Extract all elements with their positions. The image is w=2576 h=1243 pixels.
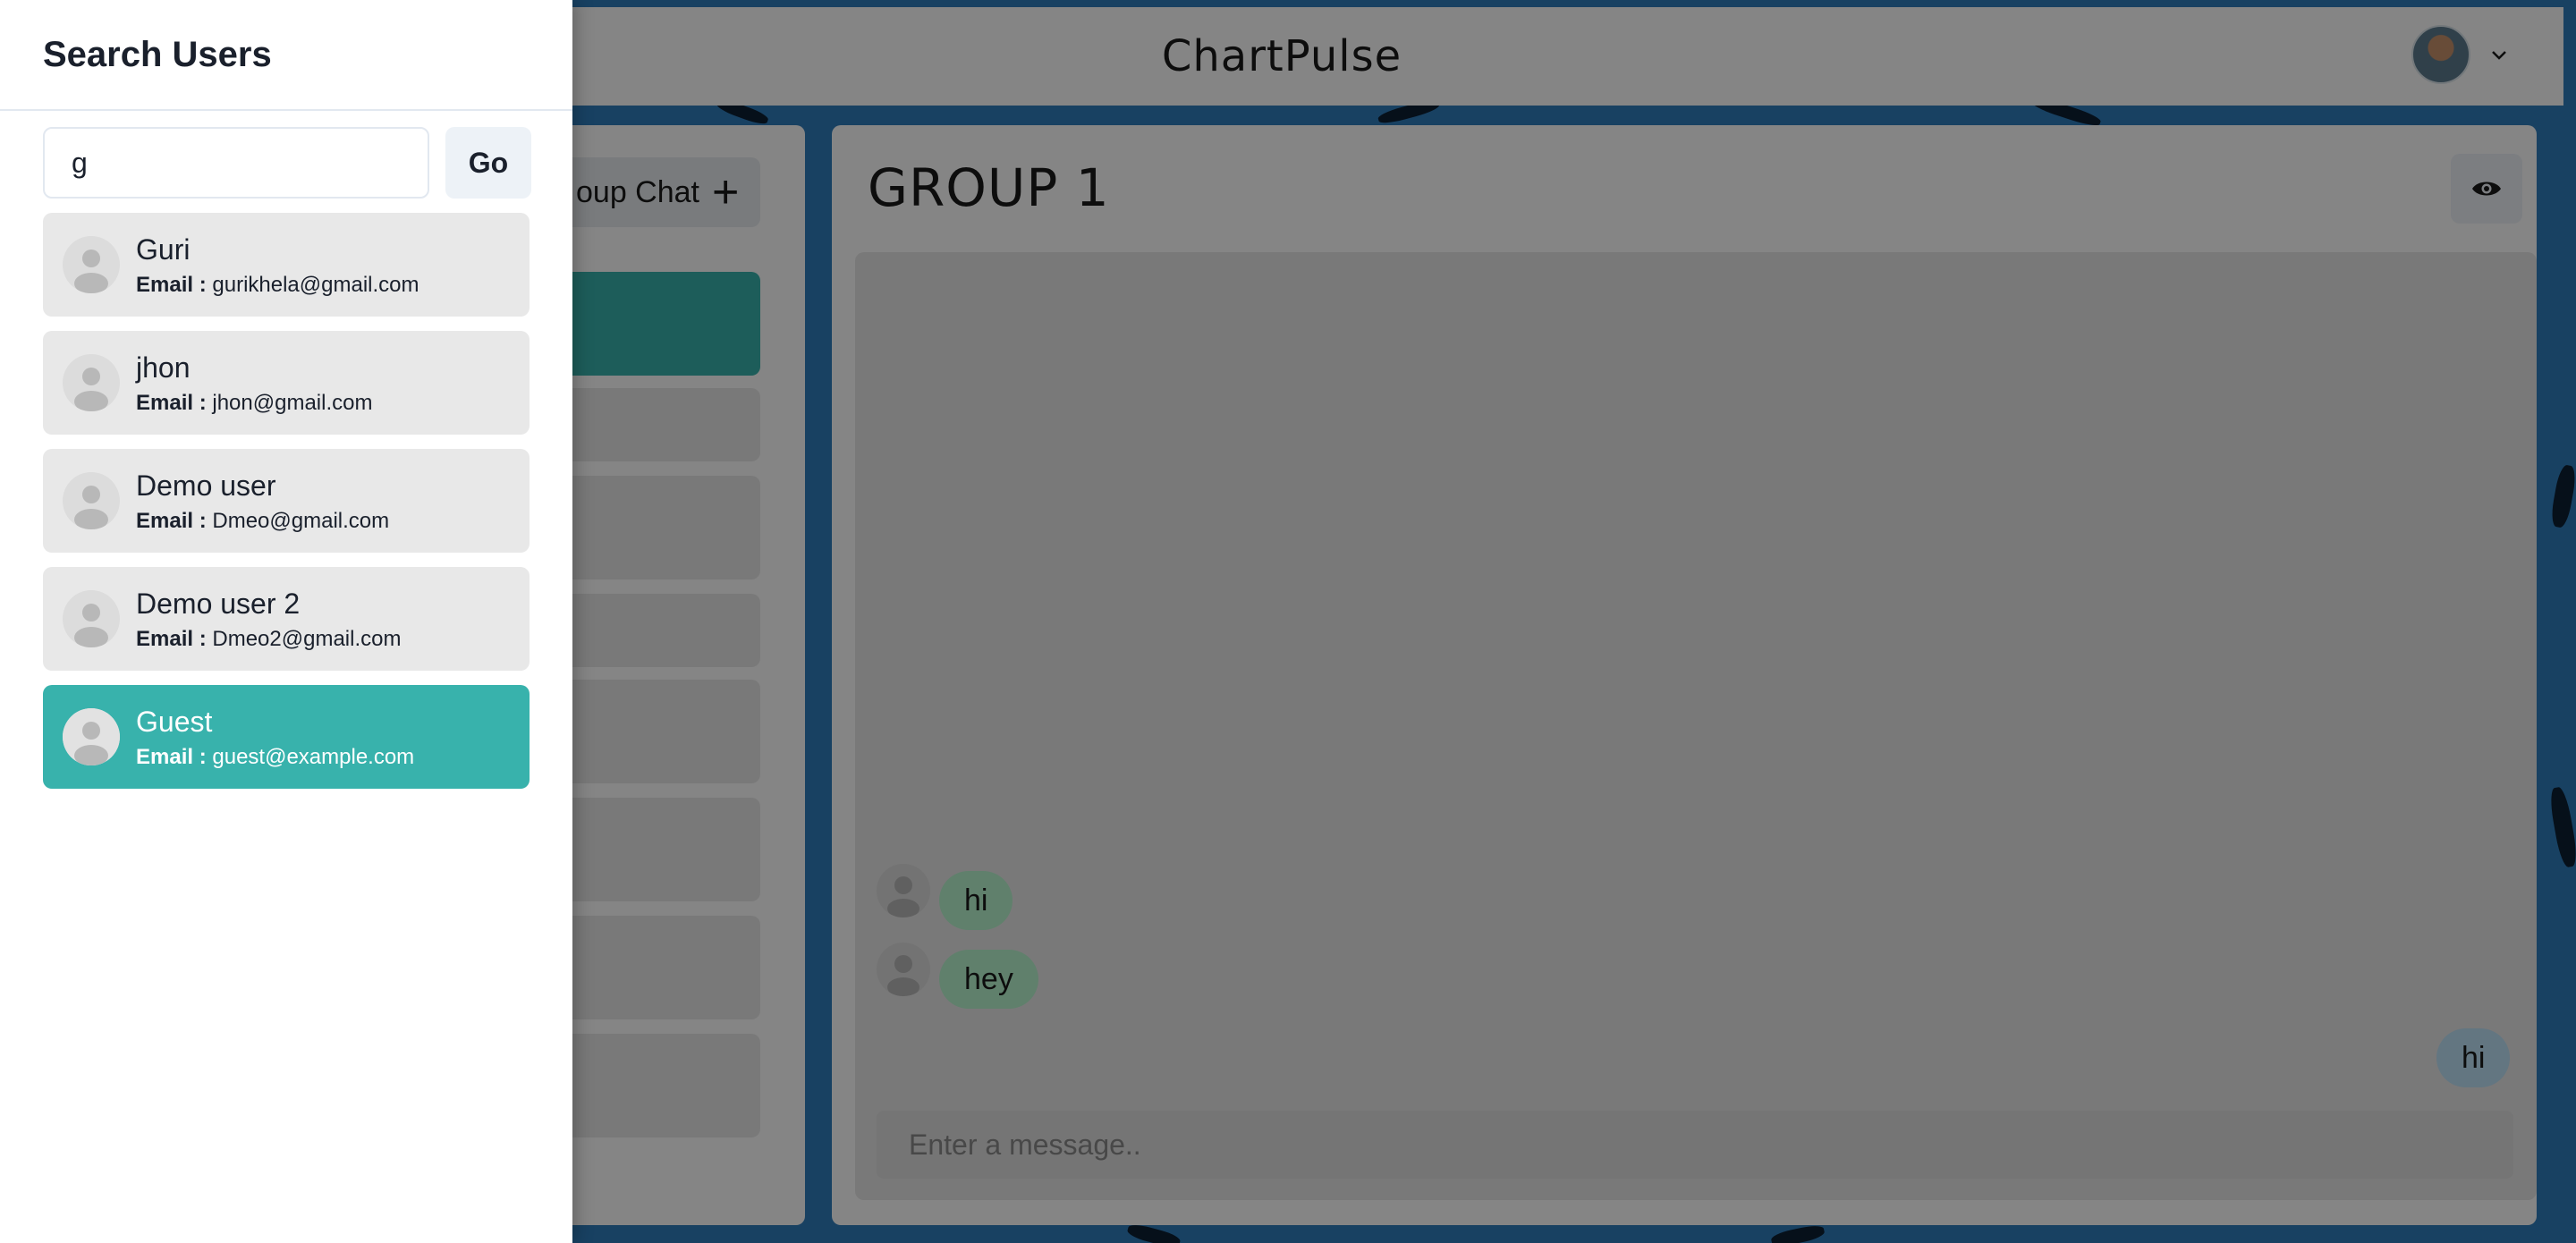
user-avatar <box>63 590 120 647</box>
user-email: Dmeo@gmail.com <box>212 509 390 533</box>
user-email-line: Email : guest@example.com <box>136 745 414 770</box>
email-label: Email : <box>136 745 207 769</box>
user-avatar <box>63 354 120 411</box>
user-result-item[interactable]: Guri Email : gurikhela@gmail.com <box>43 213 530 317</box>
user-email: guest@example.com <box>212 745 415 769</box>
user-result-item[interactable]: Demo user 2 Email : Dmeo2@gmail.com <box>43 567 530 671</box>
user-email: jhon@gmail.com <box>212 391 373 415</box>
search-input[interactable] <box>43 127 429 199</box>
email-label: Email : <box>136 391 207 415</box>
user-email-line: Email : gurikhela@gmail.com <box>136 273 419 298</box>
user-avatar <box>63 708 120 765</box>
user-email-line: Email : Dmeo@gmail.com <box>136 509 389 534</box>
user-name: Demo user 2 <box>136 588 301 620</box>
user-avatar <box>63 472 120 529</box>
user-name: Guri <box>136 233 191 266</box>
user-name: Demo user <box>136 469 276 502</box>
email-label: Email : <box>136 627 207 651</box>
user-avatar <box>63 236 120 293</box>
user-icon <box>74 486 108 529</box>
user-results-list: Guri Email : gurikhela@gmail.com jhon Em… <box>43 213 530 803</box>
user-email: Dmeo2@gmail.com <box>212 627 402 651</box>
user-email-line: Email : jhon@gmail.com <box>136 391 372 416</box>
user-icon <box>74 249 108 293</box>
search-row: Go <box>43 127 531 199</box>
email-label: Email : <box>136 509 207 533</box>
user-name: jhon <box>136 351 191 384</box>
user-result-item[interactable]: Demo user Email : Dmeo@gmail.com <box>43 449 530 553</box>
drawer-title: Search Users <box>0 0 572 111</box>
user-icon <box>74 368 108 411</box>
user-icon <box>63 708 120 765</box>
user-email: gurikhela@gmail.com <box>212 273 419 297</box>
user-result-item[interactable]: jhon Email : jhon@gmail.com <box>43 331 530 435</box>
user-result-item[interactable]: Guest Email : guest@example.com <box>43 685 530 789</box>
user-icon <box>74 604 108 647</box>
user-email-line: Email : Dmeo2@gmail.com <box>136 627 401 652</box>
go-button[interactable]: Go <box>445 127 531 199</box>
email-label: Email : <box>136 273 207 297</box>
user-name: Guest <box>136 706 213 738</box>
search-users-drawer: Search Users Go Guri Email : gurikhela@g… <box>0 0 572 1243</box>
